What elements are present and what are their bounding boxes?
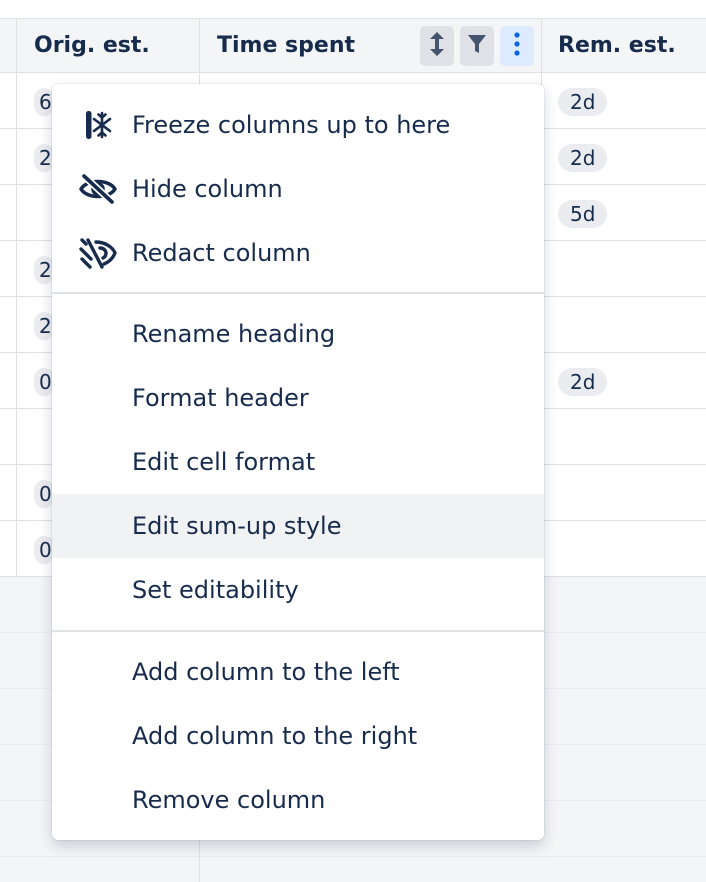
- column-header-time-spent[interactable]: Time spent: [217, 33, 355, 58]
- filter-button[interactable]: [460, 26, 494, 66]
- menu-item-edit-cell-format[interactable]: Edit cell format: [52, 430, 544, 494]
- column-divider: [16, 19, 17, 577]
- orig-est-cell[interactable]: 0: [34, 536, 54, 564]
- menu-separator: [52, 292, 544, 294]
- rem-est-cell[interactable]: 2d: [558, 144, 608, 172]
- menu-separator: [52, 630, 544, 632]
- more-actions-button[interactable]: [500, 26, 534, 66]
- rem-est-cell[interactable]: 2d: [558, 368, 608, 396]
- column-header-rem-est[interactable]: Rem. est.: [558, 33, 676, 58]
- orig-est-cell[interactable]: 2: [34, 312, 54, 340]
- menu-item-label: Rename heading: [132, 320, 336, 348]
- menu-item-add-column-left[interactable]: Add column to the left: [52, 640, 544, 704]
- filter-icon: [467, 33, 487, 59]
- freeze-icon: [78, 105, 118, 145]
- orig-est-cell[interactable]: 2: [34, 144, 54, 172]
- rem-est-cell[interactable]: 2d: [558, 88, 608, 116]
- menu-item-label: Add column to the left: [132, 658, 400, 686]
- menu-item-label: Freeze columns up to here: [132, 111, 451, 139]
- menu-item-label: Remove column: [132, 786, 326, 814]
- sort-button[interactable]: [420, 26, 454, 66]
- menu-item-label: Edit cell format: [132, 448, 316, 476]
- eye-off-icon: [78, 169, 118, 209]
- more-vertical-icon: [513, 31, 521, 61]
- menu-item-set-editability[interactable]: Set editability: [52, 558, 544, 622]
- menu-item-add-column-right[interactable]: Add column to the right: [52, 704, 544, 768]
- orig-est-cell[interactable]: 2: [34, 256, 54, 284]
- rem-est-cell[interactable]: 5d: [558, 200, 608, 228]
- column-header-orig-est[interactable]: Orig. est.: [34, 33, 150, 58]
- menu-item-label: Edit sum-up style: [132, 512, 342, 540]
- orig-est-cell[interactable]: 0: [34, 368, 54, 396]
- menu-item-format-header[interactable]: Format header: [52, 366, 544, 430]
- menu-item-remove-column[interactable]: Remove column: [52, 768, 544, 832]
- grid-line: [0, 856, 706, 857]
- menu-item-freeze-columns[interactable]: Freeze columns up to here: [52, 93, 544, 157]
- menu-item-rename-heading[interactable]: Rename heading: [52, 302, 544, 366]
- menu-item-edit-sum-up-style[interactable]: Edit sum-up style: [52, 494, 544, 558]
- menu-item-label: Hide column: [132, 175, 283, 203]
- menu-item-label: Add column to the right: [132, 722, 418, 750]
- menu-item-hide-column[interactable]: Hide column: [52, 157, 544, 221]
- redact-icon: [78, 233, 118, 273]
- menu-item-redact-column[interactable]: Redact column: [52, 221, 544, 285]
- menu-item-label: Redact column: [132, 239, 311, 267]
- column-options-menu: Freeze columns up to here Hide column Re…: [52, 84, 544, 840]
- menu-item-label: Set editability: [132, 576, 299, 604]
- sort-vertical-icon: [428, 31, 446, 61]
- orig-est-cell[interactable]: 6: [34, 88, 54, 116]
- menu-item-label: Format header: [132, 384, 309, 412]
- orig-est-cell[interactable]: 0: [34, 480, 54, 508]
